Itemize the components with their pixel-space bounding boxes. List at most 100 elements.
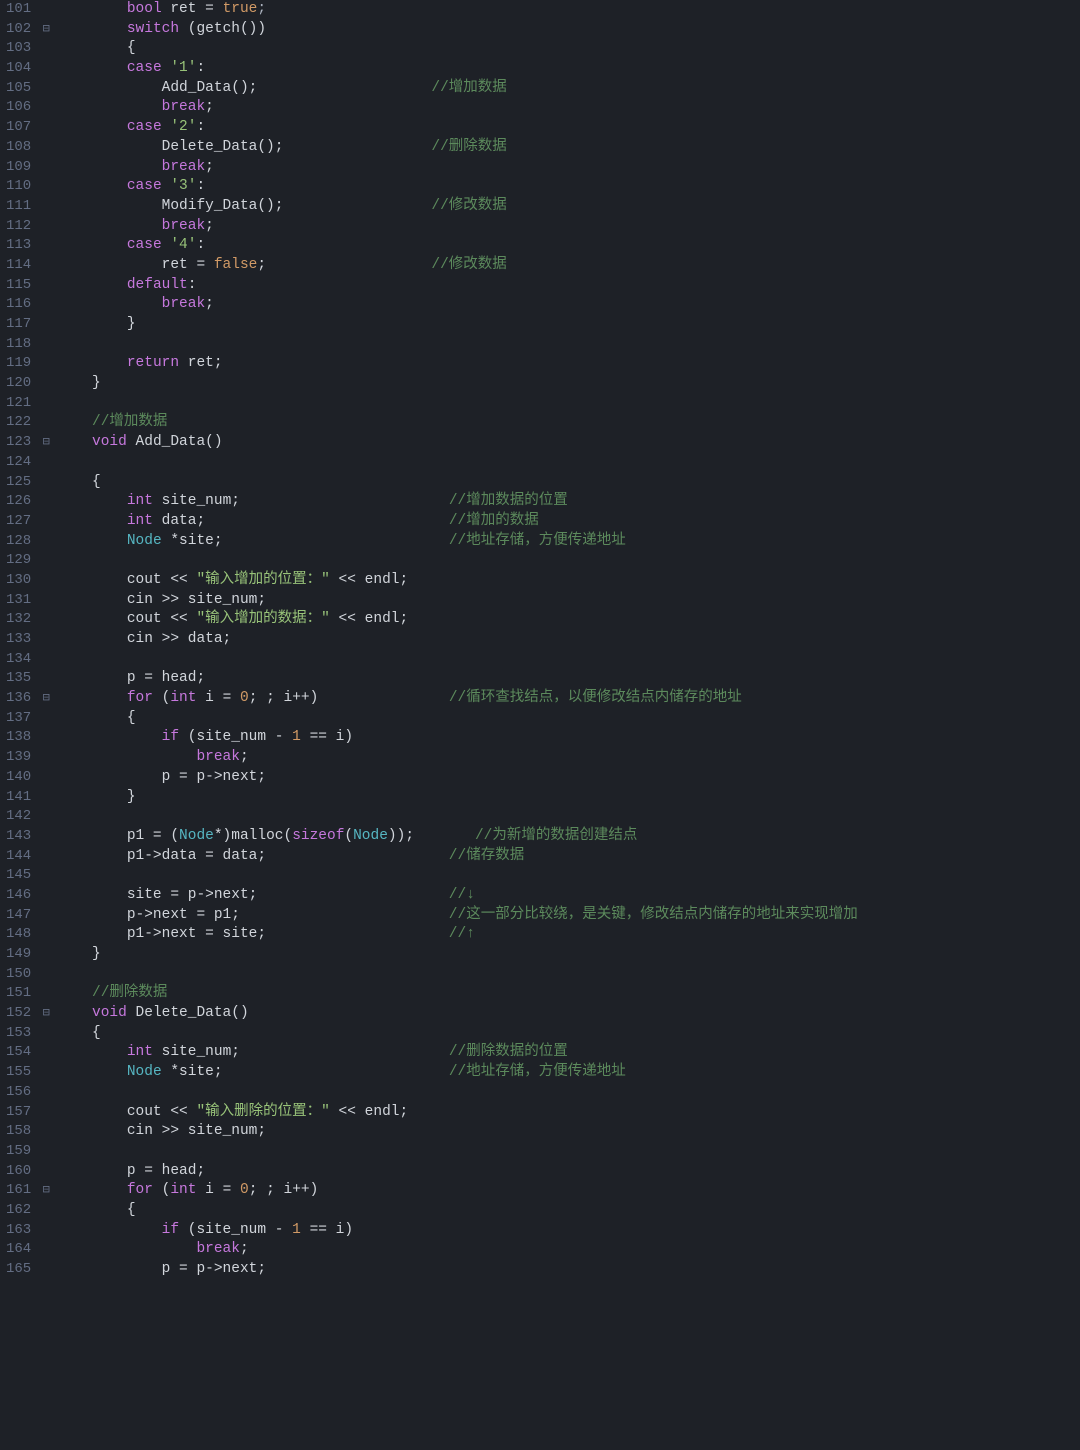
code-line[interactable]: Node *site; //地址存储，方便传递地址	[57, 1063, 1080, 1083]
fold-placeholder	[37, 886, 55, 906]
fold-placeholder	[37, 866, 55, 886]
code-line[interactable]: if (site_num - 1 == i)	[57, 728, 1080, 748]
code-line[interactable]	[57, 866, 1080, 886]
code-line[interactable]: ret = false; //修改数据	[57, 256, 1080, 276]
code-line[interactable]: break;	[57, 158, 1080, 178]
code-line[interactable]: default:	[57, 276, 1080, 296]
code-line[interactable]: break;	[57, 98, 1080, 118]
fold-placeholder	[37, 276, 55, 296]
code-line[interactable]: p = head;	[57, 669, 1080, 689]
code-line[interactable]: p1 = (Node*)malloc(sizeof(Node)); //为新增的…	[57, 827, 1080, 847]
code-line[interactable]: Modify_Data(); //修改数据	[57, 197, 1080, 217]
code-line[interactable]: int data; //增加的数据	[57, 512, 1080, 532]
code-line[interactable]: if (site_num - 1 == i)	[57, 1221, 1080, 1241]
code-line[interactable]: case '3':	[57, 177, 1080, 197]
code-line[interactable]: Node *site; //地址存储，方便传递地址	[57, 532, 1080, 552]
fold-placeholder	[37, 532, 55, 552]
code-line[interactable]: bool ret = true;	[57, 0, 1080, 20]
code-line[interactable]: break;	[57, 1240, 1080, 1260]
code-line[interactable]: p1->next = site; //↑	[57, 925, 1080, 945]
line-number: 139	[6, 748, 31, 768]
code-line[interactable]: cin >> site_num;	[57, 1122, 1080, 1142]
code-line[interactable]	[57, 650, 1080, 670]
fold-placeholder	[37, 217, 55, 237]
line-number: 145	[6, 866, 31, 886]
code-line[interactable]: {	[57, 39, 1080, 59]
code-line[interactable]	[57, 335, 1080, 355]
code-line[interactable]: break;	[57, 748, 1080, 768]
line-number: 134	[6, 650, 31, 670]
code-line[interactable]: int site_num; //删除数据的位置	[57, 1043, 1080, 1063]
code-line[interactable]	[57, 1083, 1080, 1103]
code-line[interactable]: p1->data = data; //储存数据	[57, 847, 1080, 867]
line-number: 120	[6, 374, 31, 394]
code-line[interactable]: for (int i = 0; ; i++) //循环查找结点，以便修改结点内储…	[57, 689, 1080, 709]
line-number: 115	[6, 276, 31, 296]
line-number: 103	[6, 39, 31, 59]
code-line[interactable]: cout << "输入增加的数据：" << endl;	[57, 610, 1080, 630]
fold-column[interactable]	[37, 0, 55, 1450]
code-line[interactable]: for (int i = 0; ; i++)	[57, 1181, 1080, 1201]
fold-placeholder	[37, 118, 55, 138]
line-number: 160	[6, 1162, 31, 1182]
code-line[interactable]: p->next = p1; //这一部分比较绕，是关键，修改结点内储存的地址来实…	[57, 906, 1080, 926]
line-number: 161	[6, 1181, 31, 1201]
code-editor[interactable]: 1011021031041051061071081091101111121131…	[0, 0, 1080, 1450]
code-line[interactable]: cin >> data;	[57, 630, 1080, 650]
code-line[interactable]: {	[57, 473, 1080, 493]
code-line[interactable]: void Delete_Data()	[57, 1004, 1080, 1024]
fold-toggle-icon[interactable]	[37, 433, 55, 453]
code-line[interactable]: switch (getch())	[57, 20, 1080, 40]
code-line[interactable]: cout << "输入增加的位置：" << endl;	[57, 571, 1080, 591]
code-line[interactable]: }	[57, 315, 1080, 335]
line-number: 128	[6, 532, 31, 552]
code-line[interactable]: //删除数据	[57, 984, 1080, 1004]
line-number: 141	[6, 788, 31, 808]
code-line[interactable]: cout << "输入删除的位置：" << endl;	[57, 1103, 1080, 1123]
code-line[interactable]: }	[57, 945, 1080, 965]
code-line[interactable]: site = p->next; //↓	[57, 886, 1080, 906]
code-line[interactable]: cin >> site_num;	[57, 591, 1080, 611]
line-number: 118	[6, 335, 31, 355]
line-number: 136	[6, 689, 31, 709]
code-line[interactable]	[57, 551, 1080, 571]
line-number: 159	[6, 1142, 31, 1162]
code-line[interactable]: }	[57, 374, 1080, 394]
code-line[interactable]: p = p->next;	[57, 768, 1080, 788]
code-line[interactable]: //增加数据	[57, 413, 1080, 433]
code-line[interactable]	[57, 1142, 1080, 1162]
line-number: 119	[6, 354, 31, 374]
fold-toggle-icon[interactable]	[37, 689, 55, 709]
code-line[interactable]: case '1':	[57, 59, 1080, 79]
fold-placeholder	[37, 394, 55, 414]
code-line[interactable]: void Add_Data()	[57, 433, 1080, 453]
code-line[interactable]	[57, 453, 1080, 473]
code-line[interactable]	[57, 965, 1080, 985]
code-line[interactable]: {	[57, 1201, 1080, 1221]
code-line[interactable]: }	[57, 788, 1080, 808]
fold-toggle-icon[interactable]	[37, 1004, 55, 1024]
code-line[interactable]: break;	[57, 217, 1080, 237]
code-line[interactable]	[57, 807, 1080, 827]
code-line[interactable]: p = head;	[57, 1162, 1080, 1182]
code-line[interactable]: return ret;	[57, 354, 1080, 374]
fold-placeholder	[37, 768, 55, 788]
code-line[interactable]	[57, 394, 1080, 414]
fold-placeholder	[37, 728, 55, 748]
fold-toggle-icon[interactable]	[37, 1181, 55, 1201]
code-line[interactable]: Delete_Data(); //删除数据	[57, 138, 1080, 158]
code-line[interactable]: {	[57, 1024, 1080, 1044]
code-line[interactable]: int site_num; //增加数据的位置	[57, 492, 1080, 512]
fold-placeholder	[37, 906, 55, 926]
code-line[interactable]: {	[57, 709, 1080, 729]
fold-toggle-icon[interactable]	[37, 20, 55, 40]
code-content[interactable]: bool ret = true; switch (getch()) { case…	[55, 0, 1080, 1450]
fold-placeholder	[37, 236, 55, 256]
code-line[interactable]: break;	[57, 295, 1080, 315]
fold-placeholder	[37, 1103, 55, 1123]
code-line[interactable]: Add_Data(); //增加数据	[57, 79, 1080, 99]
code-line[interactable]: case '2':	[57, 118, 1080, 138]
code-line[interactable]: case '4':	[57, 236, 1080, 256]
line-number: 133	[6, 630, 31, 650]
code-line[interactable]: p = p->next;	[57, 1260, 1080, 1280]
